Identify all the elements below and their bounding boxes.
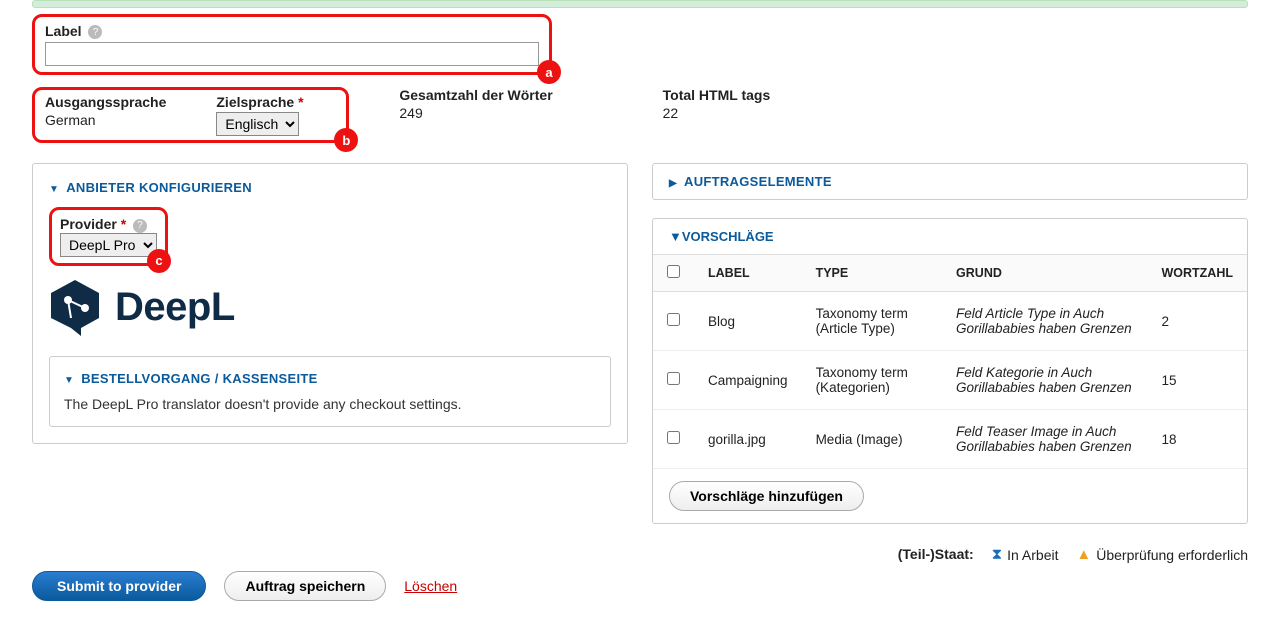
chevron-down-icon: ▼ (49, 184, 59, 195)
htmltags-label: Total HTML tags (663, 87, 783, 103)
row-checkbox[interactable] (667, 431, 680, 444)
deepl-icon (49, 278, 101, 338)
provider-select[interactable]: DeepL Pro (60, 233, 157, 257)
language-highlight-box: Ausgangssprache German Zielsprache * Eng… (32, 87, 349, 143)
chevron-right-icon: ▶ (669, 178, 677, 189)
label-input[interactable] (45, 42, 539, 66)
help-icon[interactable]: ? (133, 219, 147, 233)
table-row: gorilla.jpgMedia (Image)Feld Teaser Imag… (653, 410, 1247, 469)
row-checkbox[interactable] (667, 313, 680, 326)
chevron-down-icon: ▼ (669, 229, 682, 244)
checkout-panel: ▼BESTELLVORGANG / KASSENSEITE The DeepL … (49, 356, 611, 427)
target-lang-select[interactable]: Englisch (216, 112, 299, 136)
row-reason: Feld Kategorie in Auch Gorillababies hab… (942, 351, 1147, 410)
row-wordcount: 18 (1147, 410, 1247, 469)
checkout-body: The DeepL Pro translator doesn't provide… (64, 396, 596, 412)
row-type: Taxonomy term (Kategorien) (802, 351, 942, 410)
job-items-title: AUFTRAGSELEMENTE (684, 174, 832, 189)
deepl-logo: DeepL (49, 278, 611, 338)
row-label: Campaigning (694, 351, 802, 410)
col-wordcount: WORTZAHL (1147, 255, 1247, 292)
action-row: Submit to provider Auftrag speichern Lös… (32, 571, 1248, 601)
row-label: gorilla.jpg (694, 410, 802, 469)
provider-label: Provider (60, 216, 117, 232)
provider-highlight-box: Provider * ? DeepL Pro c (49, 207, 168, 265)
configure-provider-title[interactable]: ▼ANBIETER KONFIGURIEREN (49, 180, 611, 195)
annotation-b: b (334, 128, 358, 152)
chevron-down-icon: ▼ (64, 375, 74, 386)
suggestions-panel: ▼VORSCHLÄGE LABEL TYPE GRUND WORTZAHL Bl… (652, 218, 1248, 524)
row-reason: Feld Article Type in Auch Gorillababies … (942, 292, 1147, 351)
info-row: Ausgangssprache German Zielsprache * Eng… (32, 87, 1248, 143)
deepl-text: DeepL (115, 285, 235, 330)
label-highlight-box: Label ? a (32, 14, 552, 75)
delete-link[interactable]: Löschen (404, 578, 457, 594)
target-lang-label: Zielsprache * (216, 94, 336, 110)
warning-icon: ▲ (1076, 546, 1091, 563)
status-review: Überprüfung erforderlich (1096, 547, 1248, 563)
source-lang-value: German (45, 112, 166, 128)
col-reason: GRUND (942, 255, 1147, 292)
row-type: Media (Image) (802, 410, 942, 469)
wordcount-label: Gesamtzahl der Wörter (399, 87, 552, 103)
status-row: (Teil-)Staat: ⧗In Arbeit ▲ Überprüfung er… (32, 546, 1248, 563)
htmltags-value: 22 (663, 105, 783, 121)
label-field-label: Label (45, 23, 82, 39)
wordcount-value: 249 (399, 105, 552, 121)
status-in-progress: In Arbeit (1007, 547, 1058, 563)
status-banner (32, 0, 1248, 8)
table-row: BlogTaxonomy term (Article Type)Feld Art… (653, 292, 1247, 351)
checkout-title[interactable]: ▼BESTELLVORGANG / KASSENSEITE (64, 371, 596, 386)
row-wordcount: 15 (1147, 351, 1247, 410)
status-label: (Teil-)Staat: (898, 546, 974, 562)
annotation-c: c (147, 249, 171, 273)
help-icon[interactable]: ? (88, 25, 102, 39)
add-suggestions-button[interactable]: Vorschläge hinzufügen (669, 481, 864, 511)
job-items-panel[interactable]: ▶ AUFTRAGSELEMENTE (652, 163, 1248, 200)
submit-button[interactable]: Submit to provider (32, 571, 206, 601)
table-row: CampaigningTaxonomy term (Kategorien)Fel… (653, 351, 1247, 410)
select-all-checkbox[interactable] (667, 265, 680, 278)
row-reason: Feld Teaser Image in Auch Gorillababies … (942, 410, 1147, 469)
col-type: TYPE (802, 255, 942, 292)
save-button[interactable]: Auftrag speichern (224, 571, 386, 601)
row-wordcount: 2 (1147, 292, 1247, 351)
annotation-a: a (537, 60, 561, 84)
configure-provider-panel: ▼ANBIETER KONFIGURIEREN Provider * ? Dee… (32, 163, 628, 443)
row-type: Taxonomy term (Article Type) (802, 292, 942, 351)
row-checkbox[interactable] (667, 372, 680, 385)
row-label: Blog (694, 292, 802, 351)
hourglass-icon: ⧗ (992, 546, 1003, 563)
source-lang-label: Ausgangssprache (45, 94, 166, 110)
suggestions-title[interactable]: ▼VORSCHLÄGE (653, 219, 1247, 254)
suggestions-table: LABEL TYPE GRUND WORTZAHL BlogTaxonomy t… (653, 254, 1247, 469)
col-label: LABEL (694, 255, 802, 292)
